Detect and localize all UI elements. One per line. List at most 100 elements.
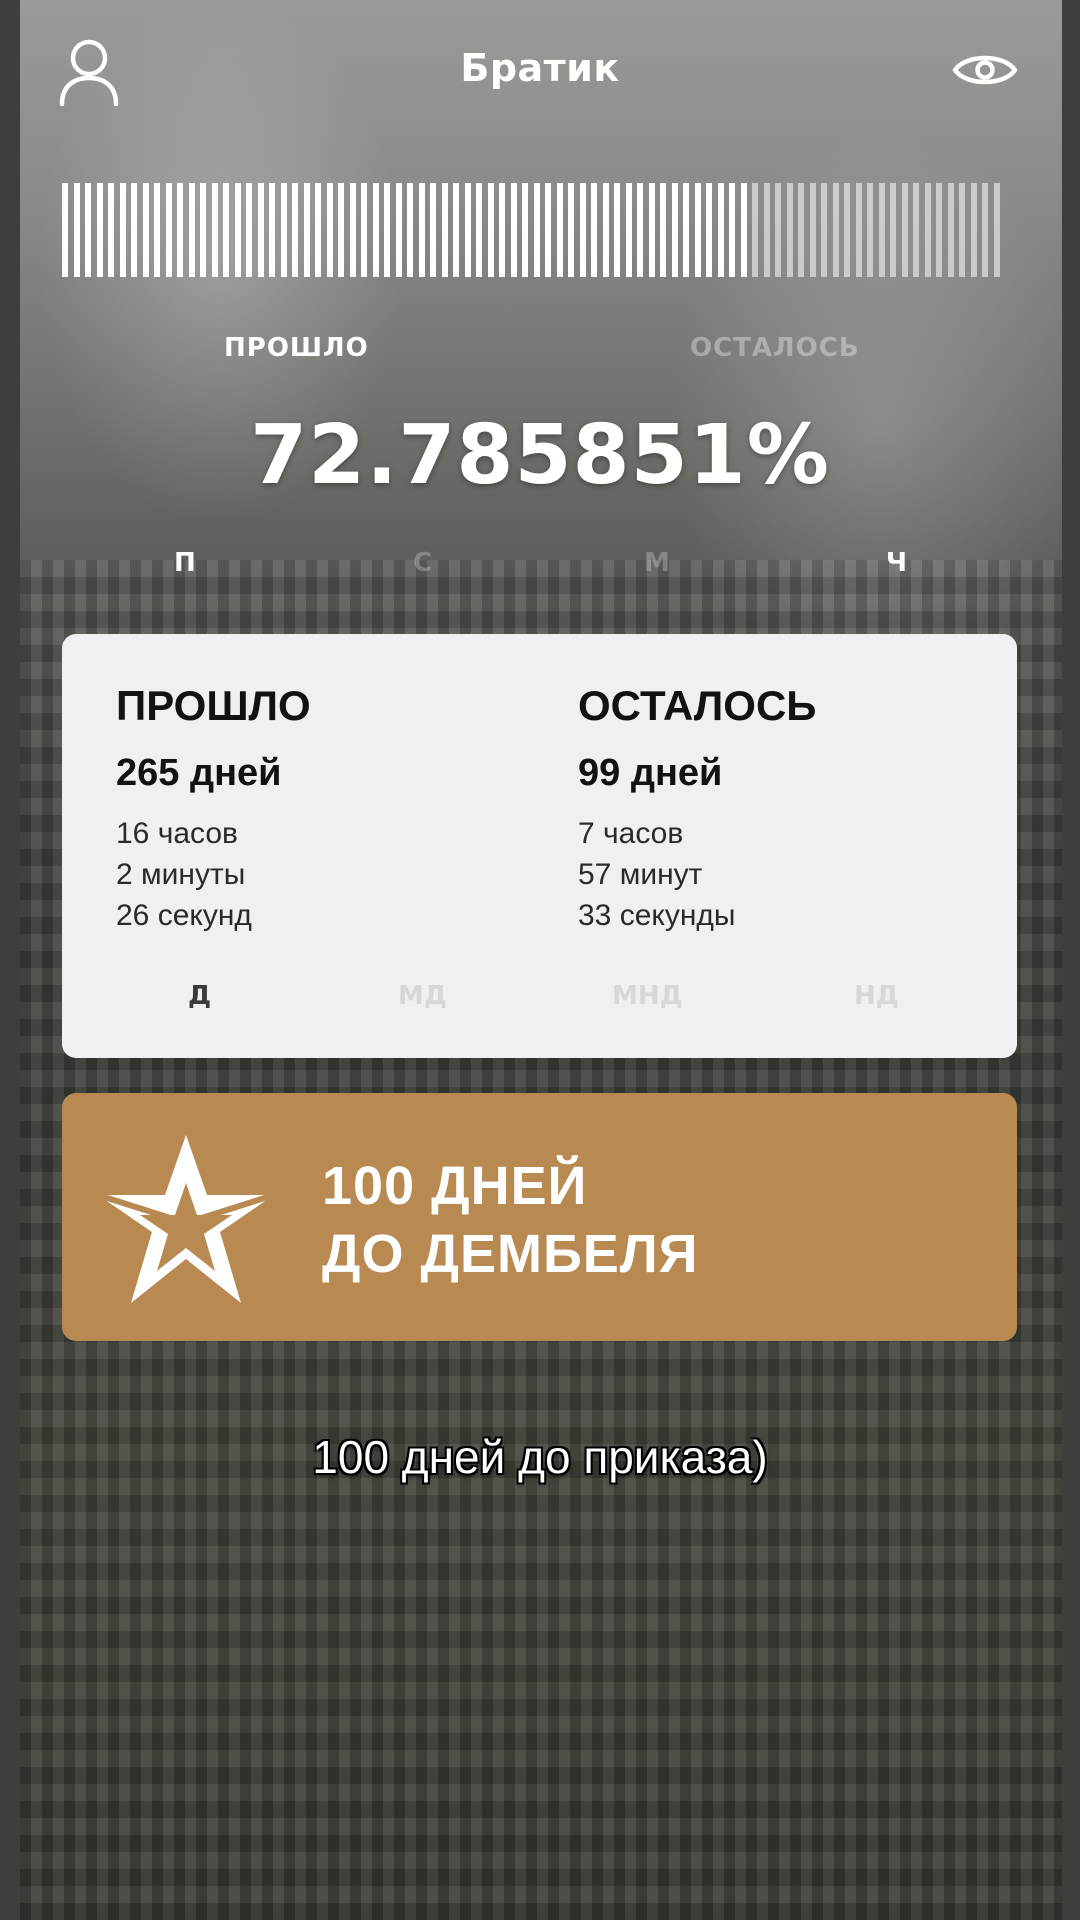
- progress-tick: [683, 183, 689, 277]
- progress-tick: [924, 183, 931, 277]
- progress-tick: [913, 183, 919, 277]
- progress-tick: [62, 183, 68, 277]
- progress-tick: [200, 183, 206, 277]
- progress-tick: [154, 183, 160, 277]
- unit-switch: П С М Ч: [0, 548, 1080, 588]
- progress-tick: [349, 183, 356, 277]
- remaining-seconds: 33 секунды: [578, 899, 736, 932]
- person-icon[interactable]: [58, 38, 120, 106]
- progress-tick: [890, 183, 896, 277]
- left-edge: [0, 0, 20, 1920]
- progress-tick: [993, 183, 1000, 277]
- progress-tick: [407, 183, 413, 277]
- progress-tick: [246, 183, 252, 277]
- unit-option-p[interactable]: П: [174, 548, 196, 578]
- progress-tick: [614, 183, 620, 277]
- progress-tick: [430, 183, 436, 277]
- remaining-label: ОСТАЛОСЬ: [690, 333, 860, 363]
- progress-tick: [763, 183, 770, 277]
- progress-tick: [671, 183, 678, 277]
- app-header: Братик: [0, 0, 1080, 150]
- passed-days: 265 дней: [116, 752, 282, 794]
- progress-tick: [821, 183, 827, 277]
- progress-tick: [280, 183, 287, 277]
- progress-tick: [223, 183, 229, 277]
- progress-tick: [579, 183, 586, 277]
- progress-tick: [476, 183, 482, 277]
- video-caption: 100 дней до приказа): [312, 1431, 768, 1483]
- progress-tick: [464, 183, 471, 277]
- page-title: Братик: [460, 46, 620, 90]
- countdown-banner[interactable]: 100 ДНЕЙ ДО ДЕМБЕЛЯ: [62, 1093, 1017, 1341]
- tab-mnd[interactable]: МНД: [612, 981, 683, 1011]
- progress-tick: [798, 183, 804, 277]
- right-edge: [1062, 0, 1080, 1920]
- progress-tick: [315, 183, 321, 277]
- progress-tick: [729, 183, 735, 277]
- unit-option-s[interactable]: С: [413, 548, 432, 578]
- progress-tick: [131, 183, 137, 277]
- unit-option-m[interactable]: М: [644, 548, 670, 578]
- percent-value: 72.785851%: [250, 408, 830, 503]
- banner-title-line2: ДО ДЕМБЕЛЯ: [322, 1224, 699, 1284]
- progress-tick: [453, 183, 459, 277]
- progress-tick: [717, 183, 724, 277]
- remaining-minutes: 57 минут: [578, 858, 703, 891]
- progress-tick: [602, 183, 609, 277]
- progress-tick: [545, 183, 551, 277]
- passed-seconds: 26 секунд: [116, 899, 252, 932]
- progress-tick: [533, 183, 540, 277]
- progress-tick: [982, 183, 988, 277]
- progress-tick: [269, 183, 275, 277]
- passed-column: ПРОШЛО 265 дней 16 часов 2 минуты 26 сек…: [116, 682, 311, 936]
- tab-nd[interactable]: НД: [854, 981, 899, 1011]
- progress-tick: [568, 183, 574, 277]
- progress-tick: [234, 183, 241, 277]
- unit-option-ch[interactable]: Ч: [886, 548, 907, 578]
- progress-tick: [395, 183, 402, 277]
- progress-tick: [867, 183, 873, 277]
- progress-tick: [361, 183, 367, 277]
- progress-tick: [96, 183, 103, 277]
- progress-tick: [809, 183, 816, 277]
- progress-tick: [303, 183, 310, 277]
- progress-tick: [637, 183, 643, 277]
- progress-tick: [119, 183, 126, 277]
- progress-tick: [947, 183, 954, 277]
- progress-tick: [591, 183, 597, 277]
- tab-d[interactable]: Д: [188, 981, 211, 1011]
- eye-icon[interactable]: [952, 48, 1018, 92]
- remaining-column: ОСТАЛОСЬ 99 дней 7 часов 57 минут 33 сек…: [578, 682, 816, 936]
- progress-tick: [832, 183, 839, 277]
- tab-md[interactable]: МД: [398, 981, 447, 1011]
- progress-tick: [775, 183, 781, 277]
- progress-tick: [855, 183, 862, 277]
- progress-tick: [165, 183, 172, 277]
- progress-tick: [177, 183, 183, 277]
- progress-tick: [510, 183, 517, 277]
- army-star-icon: [97, 1135, 275, 1303]
- progress-tick: [338, 183, 344, 277]
- progress-tick: [326, 183, 333, 277]
- counter-card: ПРОШЛО 265 дней 16 часов 2 минуты 26 сек…: [62, 634, 1017, 1058]
- passed-label: ПРОШЛО: [224, 333, 369, 363]
- progress-barcode: [62, 183, 1014, 277]
- progress-tick: [142, 183, 149, 277]
- remaining-title: ОСТАЛОСЬ: [578, 682, 817, 729]
- progress-tick: [441, 183, 448, 277]
- progress-tick: [522, 183, 528, 277]
- progress-tick: [487, 183, 494, 277]
- remaining-hours: 7 часов: [578, 817, 684, 850]
- passed-title: ПРОШЛО: [116, 682, 311, 729]
- progress-tick: [108, 183, 114, 277]
- progress-tick: [694, 183, 701, 277]
- progress-tick: [786, 183, 793, 277]
- progress-tick: [384, 183, 390, 277]
- progress-tick: [878, 183, 885, 277]
- progress-tick: [740, 183, 747, 277]
- progress-tick: [936, 183, 942, 277]
- progress-tick: [556, 183, 563, 277]
- card-tabs: Д МД МНД НД: [62, 981, 1017, 1021]
- progress-tick: [85, 183, 91, 277]
- progress-tick: [418, 183, 425, 277]
